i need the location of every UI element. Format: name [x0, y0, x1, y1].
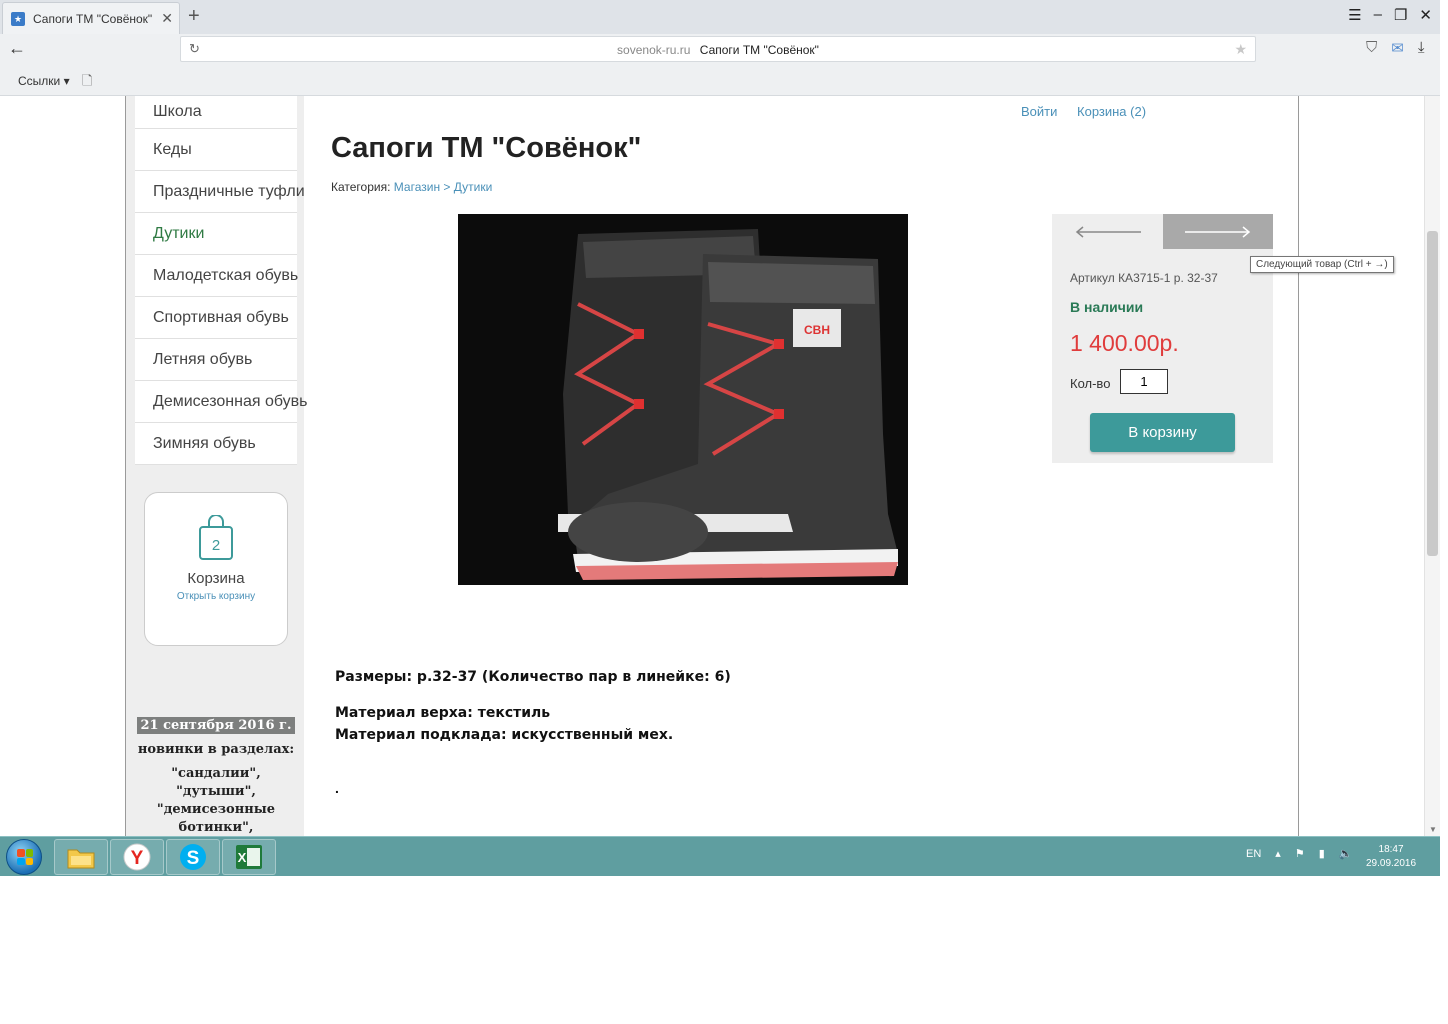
news-date: 21 сентября 2016 г. [137, 717, 295, 734]
page-viewport: Школа Кеды Праздничные туфли Дутики Мало… [0, 96, 1424, 836]
browser-tab[interactable]: ★ Сапоги ТМ "Совёнок" ✕ [2, 2, 180, 34]
system-tray: EN ▴ ⚑ ▮ 🔈 [1246, 847, 1353, 861]
shield-icon[interactable]: ⛉ [1366, 39, 1377, 57]
desc-end: . [335, 780, 339, 796]
open-cart-link[interactable]: Открыть корзину [145, 591, 287, 602]
volume-icon[interactable]: 🔈 [1339, 847, 1353, 860]
taskbar-clock[interactable]: 18:47 29.09.2016 [1366, 843, 1416, 871]
clock-time: 18:47 [1378, 844, 1404, 855]
breadcrumb-shop[interactable]: Магазин [394, 180, 440, 194]
bookmark-star-icon[interactable]: ★ [1234, 41, 1247, 58]
site-favicon-icon: ★ [11, 11, 25, 26]
product-image[interactable]: СВН [458, 214, 908, 585]
desc-upper-material: Материал верха: текстиль [335, 705, 551, 721]
taskbar-yandex-browser[interactable]: Y [110, 839, 164, 875]
url-domain: sovenok-ru.ru [617, 43, 691, 57]
close-tab-icon[interactable]: ✕ [161, 10, 173, 27]
bookmarks-bar: Ссылки ▾ 🗋 [0, 64, 1440, 96]
desc-sizes: Размеры: р.32-37 (Количество пар в линей… [335, 669, 731, 685]
previous-product-button[interactable] [1052, 214, 1163, 249]
menu-icon[interactable]: ☰ [1348, 6, 1361, 24]
menu-item-demiseason-shoes[interactable]: Демисезонная обувь [135, 381, 308, 423]
category-label: Категория: [331, 180, 391, 194]
cart-count: 2 [212, 537, 220, 554]
scroll-down-arrow-icon[interactable]: ▼ [1429, 825, 1437, 834]
back-arrow-icon[interactable]: ← [8, 38, 26, 59]
yandex-browser-icon: Y [123, 843, 151, 871]
category-menu: Школа Кеды Праздничные туфли Дутики Мало… [135, 96, 308, 465]
start-button[interactable] [6, 839, 42, 875]
cart-widget[interactable]: 2 Корзина Открыть корзину [144, 492, 288, 646]
news-heading: новинки в разделах: [137, 742, 295, 757]
page-scrollbar[interactable]: ▼ [1424, 96, 1440, 836]
news-block: 21 сентября 2016 г. новинки в разделах: … [135, 714, 297, 836]
taskbar-skype[interactable]: S [166, 839, 220, 875]
restore-icon[interactable]: ❐ [1394, 6, 1407, 24]
close-window-icon[interactable]: ✕ [1419, 6, 1432, 24]
page-title: Сапоги ТМ "Совёнок" [331, 132, 642, 164]
header-links: Войти Корзина (2) [1021, 104, 1162, 119]
menu-item-sport-shoes[interactable]: Спортивная обувь [135, 297, 297, 339]
login-link[interactable]: Войти [1021, 104, 1057, 119]
arrow-right-icon [1185, 225, 1251, 238]
next-product-button[interactable] [1163, 214, 1273, 249]
shopping-bag-icon: 2 [145, 514, 287, 566]
add-to-cart-button[interactable]: В корзину [1090, 413, 1235, 452]
menu-item-dutiki[interactable]: Дутики [135, 213, 297, 255]
quantity-label: Кол-во [1070, 376, 1111, 391]
breadcrumb-dutiki[interactable]: Дутики [454, 180, 493, 194]
svg-text:X: X [238, 850, 247, 865]
menu-item-winter-shoes[interactable]: Зимняя обувь [135, 423, 297, 465]
menu-item-school[interactable]: Школа [135, 96, 297, 129]
buy-box: Артикул КА3715-1 р. 32-37 В наличии 1 40… [1052, 214, 1273, 463]
windows-logo-icon [17, 849, 33, 865]
desc-lining-material: Материал подклада: искусственный мех. [335, 727, 674, 743]
scrollbar-thumb[interactable] [1427, 231, 1438, 556]
next-product-tooltip: Следующий товар (Ctrl + →) [1250, 256, 1394, 273]
minimize-icon[interactable]: – [1374, 6, 1382, 24]
folder-icon [67, 849, 95, 869]
product-price: 1 400.00р. [1070, 330, 1179, 356]
stock-status: В наличии [1070, 299, 1144, 315]
menu-item-party-shoes[interactable]: Праздничные туфли [135, 171, 305, 213]
window-controls: ☰ – ❐ ✕ [1348, 6, 1432, 24]
taskbar-explorer[interactable] [54, 839, 108, 875]
header-cart-link[interactable]: Корзина (2) [1077, 104, 1146, 119]
download-icon[interactable]: ⤓ [1418, 39, 1425, 57]
news-body: "сандалии", "дутыши", "демисезонные боти… [156, 766, 276, 835]
product-description: Размеры: р.32-37 (Количество пар в линей… [335, 666, 731, 746]
excel-icon: X [236, 845, 262, 869]
windows-taskbar: Y S X EN ▴ ⚑ ▮ 🔈 18:47 29.09.2016 [0, 836, 1440, 876]
language-indicator[interactable]: EN [1246, 848, 1261, 860]
quantity-input[interactable] [1120, 369, 1168, 394]
svg-text:Y: Y [131, 848, 144, 869]
address-bar[interactable]: ↻ sovenok-ru.ru Сапоги ТМ "Совёнок" ★ [180, 36, 1256, 62]
menu-item-summer-shoes[interactable]: Летняя обувь [135, 339, 297, 381]
cart-title: Корзина [187, 570, 245, 587]
menu-item-toddler-shoes[interactable]: Малодетская обувь [135, 255, 298, 297]
breadcrumb: Категория: Магазин > Дутики [331, 180, 492, 194]
browser-tabbar: ★ Сапоги ТМ "Совёнок" ✕ + ☰ – ❐ ✕ [0, 0, 1440, 34]
clock-date: 29.09.2016 [1366, 858, 1417, 869]
skype-icon: S [180, 844, 206, 870]
breadcrumb-separator: > [443, 180, 451, 194]
site-border-right [1298, 96, 1299, 836]
browser-navbar: ← ↻ sovenok-ru.ru Сапоги ТМ "Совёнок" ★ … [0, 34, 1440, 64]
arrow-left-icon [1075, 225, 1141, 238]
action-center-flag-icon[interactable]: ⚑ [1295, 847, 1305, 860]
menu-item-sneakers[interactable]: Кеды [135, 129, 297, 171]
url-page-title: Сапоги ТМ "Совёнок" [699, 43, 819, 57]
document-icon[interactable]: 🗋 [82, 72, 92, 94]
taskbar-excel[interactable]: X [222, 839, 276, 875]
mail-icon[interactable]: ✉ [1391, 39, 1404, 57]
network-icon[interactable]: ▮ [1319, 847, 1325, 860]
tray-expand-icon[interactable]: ▴ [1275, 847, 1281, 860]
svg-text:S: S [187, 848, 200, 869]
svg-text:СВН: СВН [804, 323, 830, 337]
product-sku: Артикул КА3715-1 р. 32-37 [1070, 271, 1218, 285]
tab-title: Сапоги ТМ "Совёнок" [33, 11, 153, 26]
bookmarks-links-folder[interactable]: Ссылки ▾ [18, 74, 70, 88]
new-tab-icon[interactable]: + [188, 5, 200, 28]
